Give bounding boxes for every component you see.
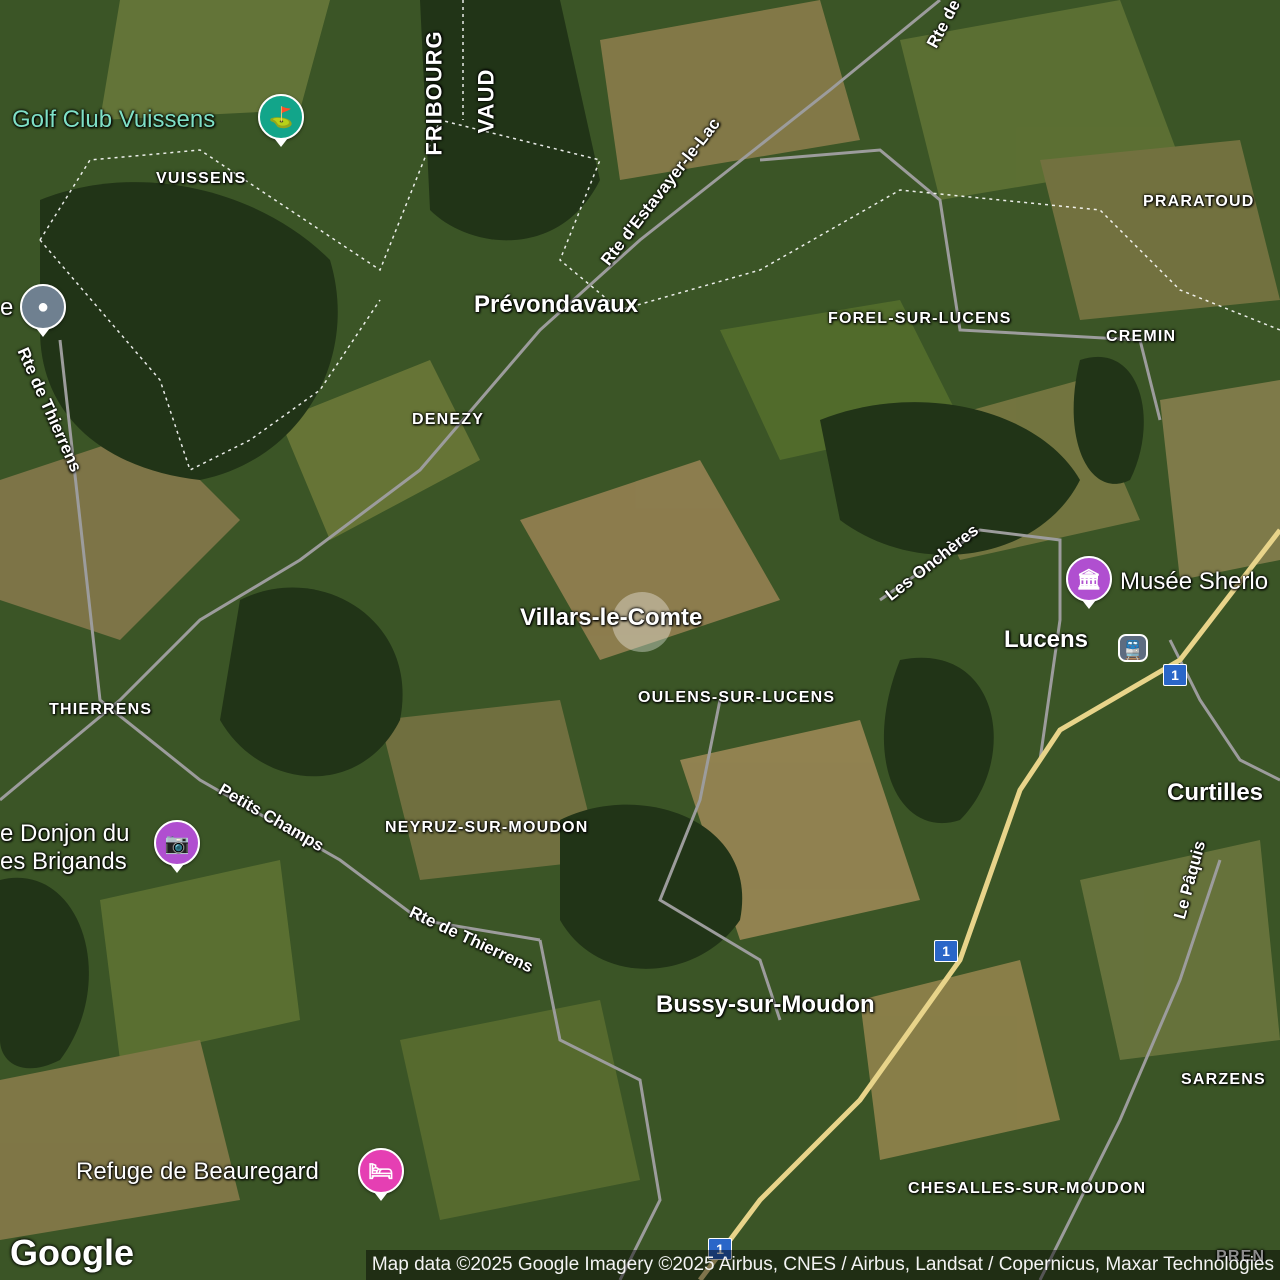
village-label-sarzens[interactable]: SARZENS: [1181, 1071, 1266, 1089]
golf-icon[interactable]: ⛳: [258, 94, 304, 147]
village-label-denezy[interactable]: DENEZY: [412, 411, 484, 429]
poi-label-donjon-des-brigands[interactable]: e Donjon du es Brigands: [0, 820, 129, 876]
poi-label-refuge-de-beauregard[interactable]: Refuge de Beauregard: [76, 1158, 319, 1186]
town-label-villars-le-comte[interactable]: Villars-le-Comte: [520, 604, 702, 632]
town-label-prevondavaux[interactable]: Prévondavaux: [474, 291, 638, 319]
border-label-fribourg: FRIBOURG: [421, 30, 447, 156]
train-station-icon[interactable]: 🚆: [1118, 634, 1148, 662]
map-view[interactable]: Prévondavaux Villars-le-Comte Lucens Cur…: [0, 0, 1280, 1280]
village-label-neyruz-sur-moudon[interactable]: NEYRUZ-SUR-MOUDON: [385, 819, 589, 837]
poi-label-partial-left[interactable]: e: [0, 294, 13, 322]
highway-shield-1-north: 1: [1163, 664, 1187, 686]
map-attribution[interactable]: Map data ©2025 Google Imagery ©2025 Airb…: [365, 1250, 1280, 1280]
poi-label-golf-club-vuissens[interactable]: Golf Club Vuissens: [12, 106, 215, 134]
place-icon[interactable]: ●: [20, 284, 66, 337]
village-label-forel-sur-lucens[interactable]: FOREL-SUR-LUCENS: [828, 310, 1012, 328]
poi-label-musee-sherlo[interactable]: Musée Sherlo: [1120, 568, 1268, 596]
bed-icon[interactable]: 🛏: [358, 1148, 404, 1201]
museum-icon[interactable]: 🏛: [1066, 556, 1112, 609]
town-label-bussy-sur-moudon[interactable]: Bussy-sur-Moudon: [656, 991, 875, 1019]
village-label-thierrens[interactable]: THIERRENS: [49, 701, 152, 719]
town-label-curtilles[interactable]: Curtilles: [1167, 779, 1263, 807]
village-label-vuissens[interactable]: VUISSENS: [156, 170, 247, 188]
highway-shield-1-middle: 1: [934, 940, 958, 962]
village-label-oulens-sur-lucens[interactable]: OULENS-SUR-LUCENS: [638, 689, 835, 707]
village-label-cremin[interactable]: CREMIN: [1106, 328, 1176, 346]
village-label-chesalles-sur-moudon[interactable]: CHESALLES-SUR-MOUDON: [908, 1180, 1146, 1198]
town-label-lucens[interactable]: Lucens: [1004, 626, 1088, 654]
village-label-praratoud[interactable]: PRARATOUD: [1143, 193, 1255, 211]
border-label-vaud: VAUD: [473, 68, 499, 134]
camera-icon[interactable]: 📷: [154, 820, 200, 873]
google-logo: Google: [10, 1232, 134, 1273]
